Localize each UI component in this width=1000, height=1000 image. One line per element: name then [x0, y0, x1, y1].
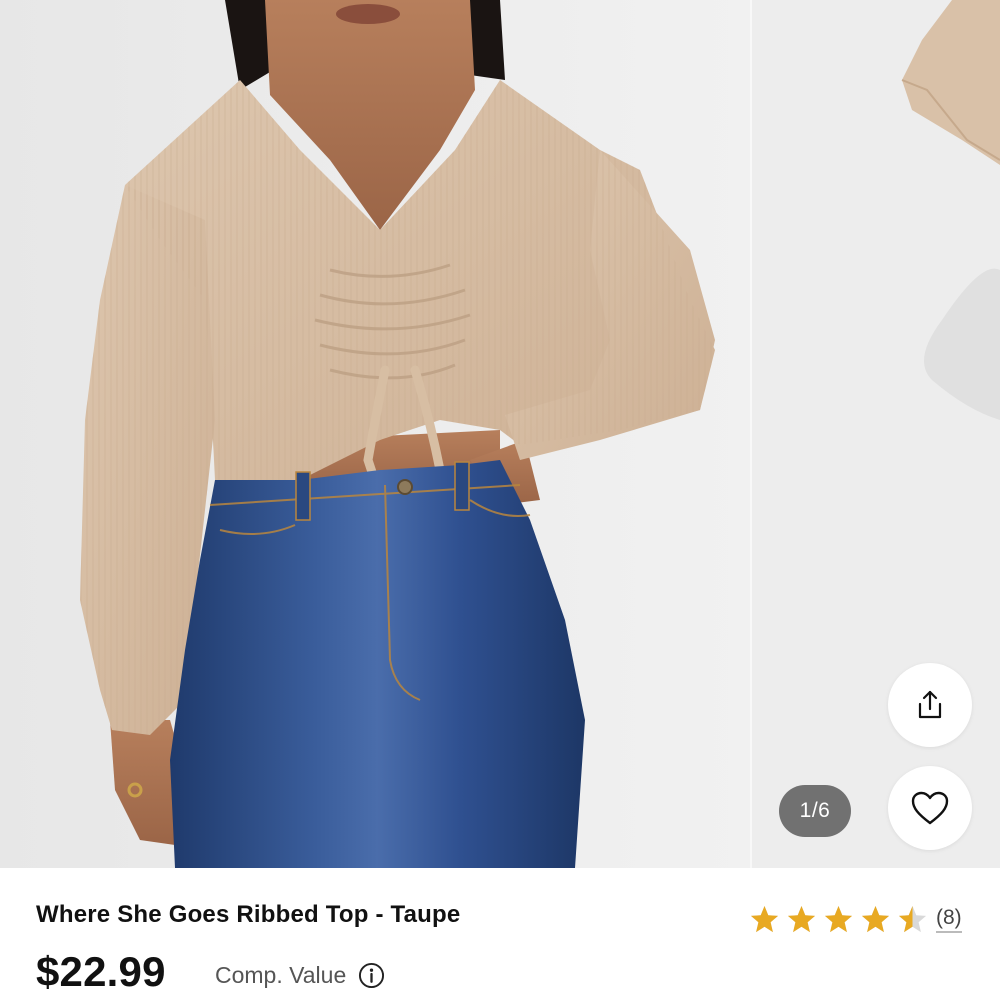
info-icon[interactable] — [358, 962, 385, 989]
model-photo-illustration — [0, 0, 750, 868]
product-title: Where She Goes Ribbed Top - Taupe — [36, 901, 461, 928]
product-image-gallery[interactable]: 1/6 — [0, 0, 1000, 868]
heart-icon — [911, 791, 949, 825]
next-photo-illustration — [752, 0, 1000, 868]
star-icon — [861, 905, 890, 933]
share-button[interactable] — [888, 663, 972, 747]
star-icon — [787, 905, 816, 933]
share-icon — [918, 690, 942, 719]
star-icon — [824, 905, 853, 933]
product-price: $22.99 — [36, 948, 166, 995]
product-rating[interactable]: (8) — [749, 904, 962, 935]
product-photo-next-peek[interactable] — [752, 0, 1000, 868]
product-info-section: Where She Goes Ribbed Top - Taupe (8) $2… — [0, 868, 1000, 1000]
image-counter-text: 1/6 — [799, 799, 831, 822]
comp-value-label: Comp. Value — [215, 962, 347, 988]
rating-stars — [749, 904, 928, 935]
image-counter: 1/6 — [779, 785, 851, 837]
product-photo-main[interactable] — [0, 0, 750, 868]
favorite-button[interactable] — [888, 766, 972, 850]
comp-value[interactable]: Comp. Value — [215, 962, 385, 989]
review-count-link[interactable]: (8) — [936, 907, 962, 933]
star-icon — [750, 905, 779, 933]
star-icon — [898, 905, 927, 933]
